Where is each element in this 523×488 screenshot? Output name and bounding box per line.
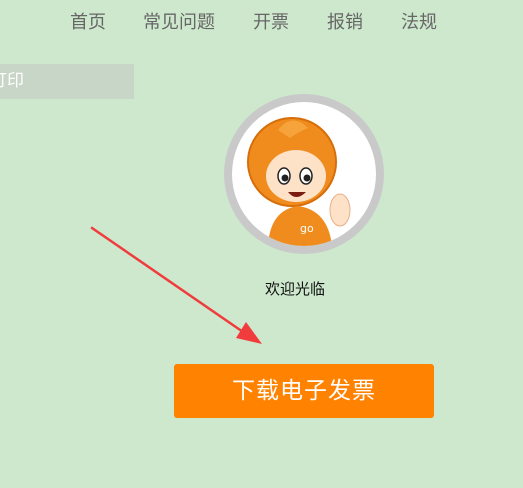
download-invoice-button[interactable]: 下载电子发票 — [174, 364, 434, 418]
